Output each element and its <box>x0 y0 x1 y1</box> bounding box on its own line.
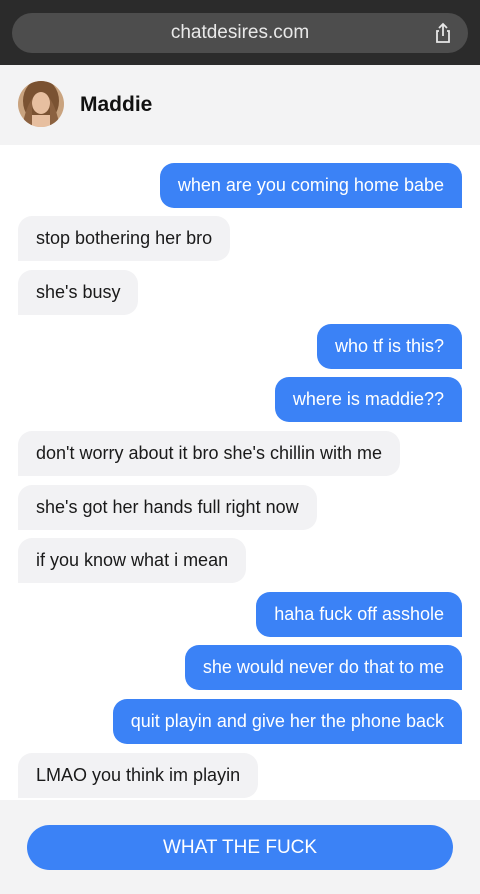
message-list[interactable]: when are you coming home babe stop bothe… <box>0 145 480 800</box>
url-text: chatdesires.com <box>170 22 310 43</box>
message-incoming: LMAO you think im playin <box>18 753 259 798</box>
message-incoming: stop bothering her bro <box>18 216 231 261</box>
message-outgoing: where is maddie?? <box>274 377 462 422</box>
avatar[interactable] <box>18 81 64 127</box>
chat-header: Maddie <box>0 65 480 145</box>
message-outgoing: she would never do that to me <box>184 645 462 690</box>
contact-name: Maddie <box>80 93 153 116</box>
message-incoming: if you know what i mean <box>18 538 247 583</box>
reply-button[interactable]: WHAT THE FUCK <box>27 825 453 870</box>
message-incoming: don't worry about it bro she's chillin w… <box>18 431 401 476</box>
browser-toolbar: chatdesires.com <box>0 0 480 65</box>
share-icon[interactable] <box>432 22 454 44</box>
message-incoming: she's got her hands full right now <box>18 485 317 530</box>
message-outgoing: when are you coming home babe <box>159 163 462 208</box>
address-bar[interactable]: chatdesires.com <box>12 13 468 53</box>
message-outgoing: who tf is this? <box>316 324 462 369</box>
message-outgoing: haha fuck off asshole <box>256 592 462 637</box>
message-incoming: she's busy <box>18 270 139 315</box>
message-outgoing: quit playin and give her the phone back <box>112 699 462 744</box>
reply-footer: WHAT THE FUCK <box>0 800 480 894</box>
